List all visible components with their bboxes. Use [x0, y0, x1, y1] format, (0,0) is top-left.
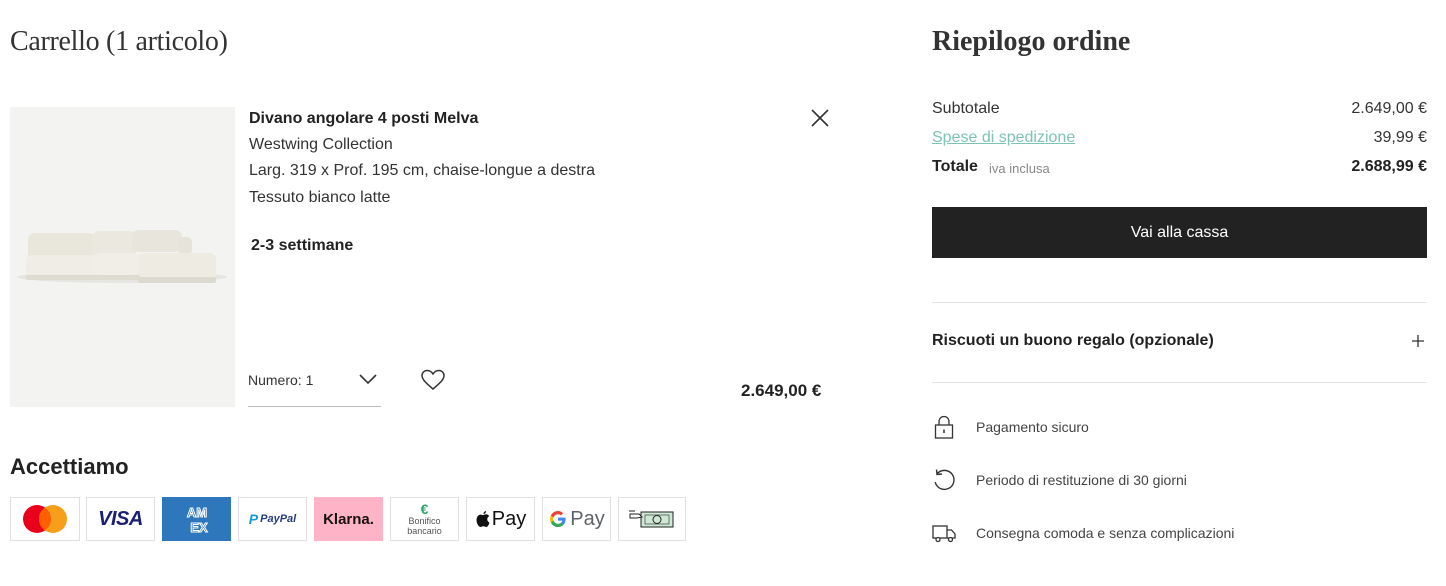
klarna-badge: Klarna. [314, 497, 383, 541]
delivery-time: 2-3 settimane [251, 237, 354, 254]
klarna-icon: Klarna. [323, 510, 374, 528]
visa-badge: VISA [86, 497, 155, 541]
close-icon [811, 109, 829, 127]
summary-title: Riepilogo ordine [932, 26, 1131, 57]
google-g-icon [550, 511, 566, 527]
google-pay-icon: Pay [570, 507, 605, 530]
apple-icon [476, 511, 490, 527]
gift-voucher-label: Riscuoti un buono regalo (opzionale) [932, 332, 1214, 349]
checkout-button[interactable]: Vai alla cassa [932, 207, 1427, 258]
paypal-badge: P PayPal [238, 497, 307, 541]
quantity-label: Numero: 1 [248, 372, 314, 388]
mastercard-icon [23, 505, 67, 533]
visa-icon: VISA [98, 507, 143, 530]
lock-icon [934, 415, 954, 439]
paypal-p-icon: P [248, 511, 259, 527]
shipping-costs-link[interactable]: Spese di spedizione [932, 129, 1075, 147]
svg-text:AM: AM [186, 505, 206, 520]
amex-icon: AM EX [186, 505, 208, 536]
chevron-down-icon [359, 374, 377, 385]
shipping-value: 39,99 € [1373, 129, 1427, 146]
remove-item-button[interactable] [807, 105, 833, 131]
google-pay-badge: Pay [542, 497, 611, 541]
svg-text:EX: EX [190, 520, 208, 535]
cash-badge [618, 497, 686, 541]
truck-icon [932, 525, 956, 543]
plus-icon [1412, 335, 1424, 347]
product-name[interactable]: Divano angolare 4 posti Melva [249, 110, 478, 128]
vat-included-note: iva inclusa [989, 161, 1050, 176]
product-brand: Westwing Collection [249, 136, 393, 153]
euro-icon: € [420, 501, 429, 517]
item-price: 2.649,00 € [741, 381, 822, 400]
wishlist-button[interactable] [420, 368, 446, 392]
bank-transfer-line1: Bonifico [408, 516, 441, 526]
heart-icon [421, 369, 445, 390]
amex-badge: AM EX [162, 497, 231, 541]
benefit-secure-payment: Pagamento sicuro [976, 419, 1089, 435]
bank-transfer-badge: € Bonifico bancario [390, 497, 459, 541]
subtotal-label: Subtotale [932, 100, 1000, 117]
sofa-image [17, 230, 227, 283]
cart-title: Carrello (1 articolo) [10, 26, 228, 57]
product-image[interactable] [10, 107, 235, 407]
return-icon [934, 469, 955, 491]
benefit-delivery: Consegna comoda e senza complicazioni [976, 525, 1235, 541]
apple-pay-icon: Pay [491, 507, 527, 530]
total-value: 2.688,99 € [1351, 158, 1427, 175]
divider [932, 302, 1427, 303]
subtotal-value: 2.649,00 € [1351, 100, 1427, 117]
paypal-icon: PayPal [260, 513, 297, 525]
gift-voucher-toggle[interactable]: Riscuoti un buono regalo (opzionale) [932, 322, 1427, 362]
apple-pay-badge: Pay [466, 497, 535, 541]
bank-transfer-line2: bancario [407, 526, 442, 536]
benefit-return-period: Periodo di restituzione di 30 giorni [976, 472, 1187, 488]
total-label: Totale [932, 158, 978, 175]
product-fabric: Tessuto bianco latte [249, 189, 391, 206]
mastercard-badge [10, 497, 80, 541]
quantity-select[interactable]: Numero: 1 [248, 365, 381, 407]
product-dimensions: Larg. 319 x Prof. 195 cm, chaise-longue … [249, 162, 595, 179]
payments-title: Accettiamo [10, 454, 129, 479]
cash-icon [629, 510, 674, 528]
divider [932, 382, 1427, 383]
